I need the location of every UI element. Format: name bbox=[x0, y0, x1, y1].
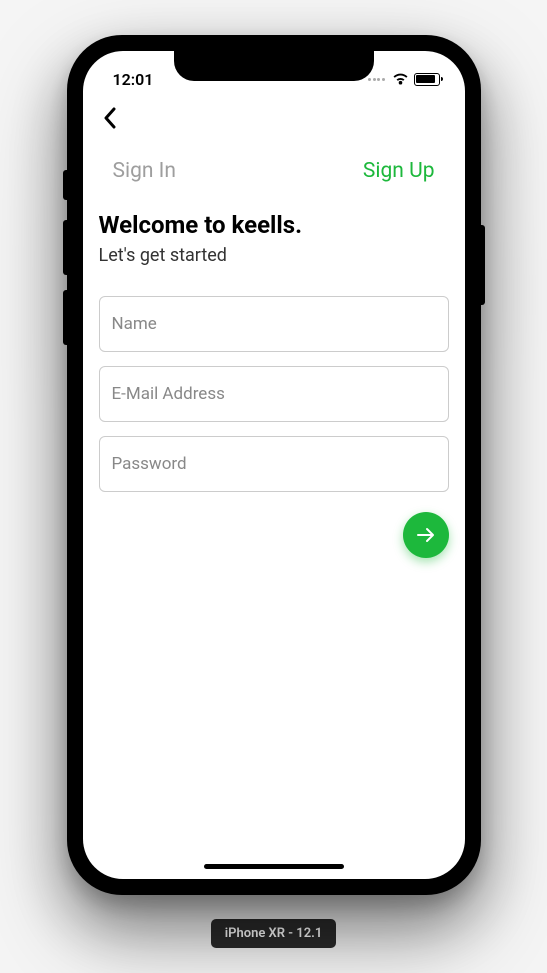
phone-frame: 12:01 bbox=[67, 35, 481, 895]
volume-down-button bbox=[63, 290, 67, 345]
device-label: iPhone XR - 12.1 bbox=[211, 919, 337, 948]
battery-icon bbox=[414, 73, 440, 86]
home-indicator[interactable] bbox=[204, 864, 344, 869]
wifi-icon bbox=[392, 73, 409, 86]
status-icons bbox=[368, 73, 440, 86]
back-button[interactable] bbox=[99, 99, 121, 137]
chevron-left-icon bbox=[103, 107, 117, 129]
mute-switch bbox=[63, 170, 67, 200]
tab-signin[interactable]: Sign In bbox=[113, 159, 176, 183]
page-title: Welcome to keells. bbox=[99, 211, 449, 239]
status-time: 12:01 bbox=[113, 70, 154, 89]
email-field[interactable] bbox=[99, 366, 449, 422]
arrow-right-icon bbox=[416, 527, 436, 543]
volume-up-button bbox=[63, 220, 67, 275]
auth-tabs: Sign In Sign Up bbox=[99, 141, 449, 211]
power-button bbox=[481, 225, 485, 305]
notch bbox=[174, 51, 374, 81]
page-subtitle: Let's get started bbox=[99, 245, 449, 266]
submit-button[interactable] bbox=[403, 512, 449, 558]
tab-signup[interactable]: Sign Up bbox=[363, 159, 435, 183]
password-field[interactable] bbox=[99, 436, 449, 492]
heading: Welcome to keells. Let's get started bbox=[99, 211, 449, 270]
signup-form bbox=[99, 296, 449, 492]
signal-icon bbox=[368, 78, 385, 81]
signup-card: Sign In Sign Up Welcome to keells. Let's… bbox=[99, 141, 449, 582]
name-field[interactable] bbox=[99, 296, 449, 352]
screen: 12:01 bbox=[83, 51, 465, 879]
